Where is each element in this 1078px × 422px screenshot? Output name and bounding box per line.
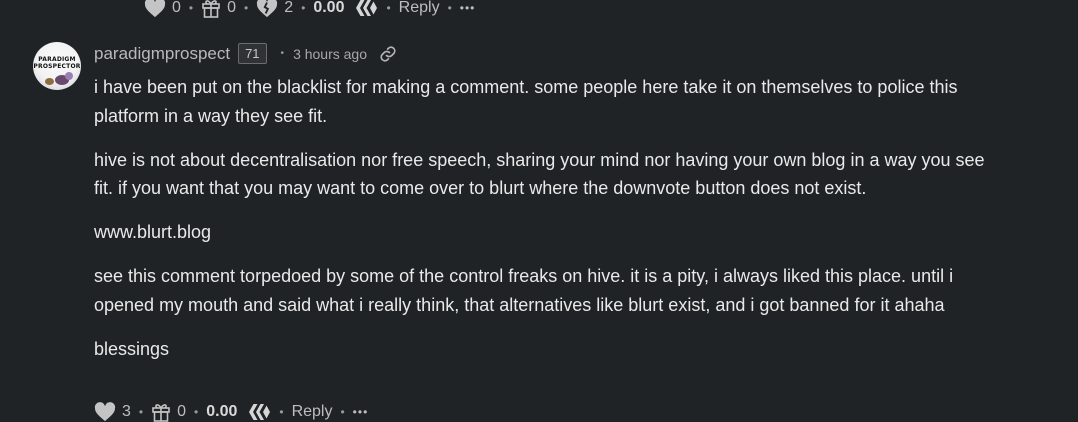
upvote-button[interactable]: 0 <box>144 0 181 18</box>
more-options-button[interactable]: ••• <box>460 1 476 15</box>
separator-dot: • <box>280 48 285 59</box>
separator-dot: • <box>194 405 199 419</box>
separator-dot: • <box>301 1 306 15</box>
avatar-label: PARADIGM PROSPECTOR <box>33 56 81 70</box>
payout-value[interactable]: 0.00 <box>313 0 344 17</box>
separator-dot: • <box>279 405 284 419</box>
more-options-button[interactable]: ••• <box>353 405 369 419</box>
separator-dot: • <box>447 1 452 15</box>
gift-icon <box>202 0 220 18</box>
author-name[interactable]: paradigmprospect <box>94 44 230 64</box>
comment-paragraph: i have been put on the blacklist for mak… <box>94 77 958 126</box>
avatar[interactable]: PARADIGM PROSPECTOR <box>33 42 81 90</box>
separator-dot: • <box>340 405 345 419</box>
broken-heart-icon <box>257 0 278 18</box>
upvote-count: 0 <box>172 0 181 16</box>
avatar-decoration <box>65 72 73 80</box>
hive-logo-icon <box>249 404 271 420</box>
gift-count: 0 <box>177 403 187 420</box>
timestamp[interactable]: 3 hours ago <box>293 46 367 62</box>
comment-header: paradigmprospect 71 • 3 hours ago <box>94 43 397 64</box>
separator-dot: • <box>244 1 249 15</box>
reply-button[interactable]: Reply <box>399 0 440 17</box>
gift-icon <box>152 404 170 422</box>
reputation-badge: 71 <box>238 43 267 64</box>
reply-button[interactable]: Reply <box>292 403 333 421</box>
upvote-count: 3 <box>122 403 131 420</box>
comment-body: i have been put on the blacklist for mak… <box>94 73 994 379</box>
permalink-button[interactable] <box>379 45 397 63</box>
comment-paragraph: hive is not about decentralisation nor f… <box>94 149 985 199</box>
comment-paragraph: blessings <box>94 338 170 359</box>
payout-value[interactable]: 0.00 <box>206 403 237 421</box>
avatar-decoration <box>45 78 54 85</box>
upvote-button[interactable]: 3 <box>94 402 131 422</box>
comment-actions: 3 • 0 • 0.00 • Reply • ••• <box>94 402 368 422</box>
separator-dot: • <box>188 1 194 15</box>
downvote-button[interactable]: 2 <box>256 0 293 18</box>
hive-logo-icon <box>356 0 378 16</box>
heart-icon <box>94 402 116 422</box>
separator-dot: • <box>386 1 391 15</box>
downvote-count: 2 <box>284 0 294 16</box>
gift-button[interactable]: 0 <box>201 0 236 18</box>
separator-dot: • <box>138 405 144 419</box>
gift-button[interactable]: 0 <box>151 402 186 422</box>
comment-link[interactable]: www.blurt.blog <box>94 218 994 247</box>
link-icon <box>380 45 396 62</box>
heart-icon <box>144 0 166 18</box>
gift-count: 0 <box>227 0 237 16</box>
prev-comment-actions: 0 • 0 • 2 • 0.00 • Reply • ••• <box>144 0 475 18</box>
comment-paragraph: see this comment torpedoed by some of th… <box>94 266 954 315</box>
